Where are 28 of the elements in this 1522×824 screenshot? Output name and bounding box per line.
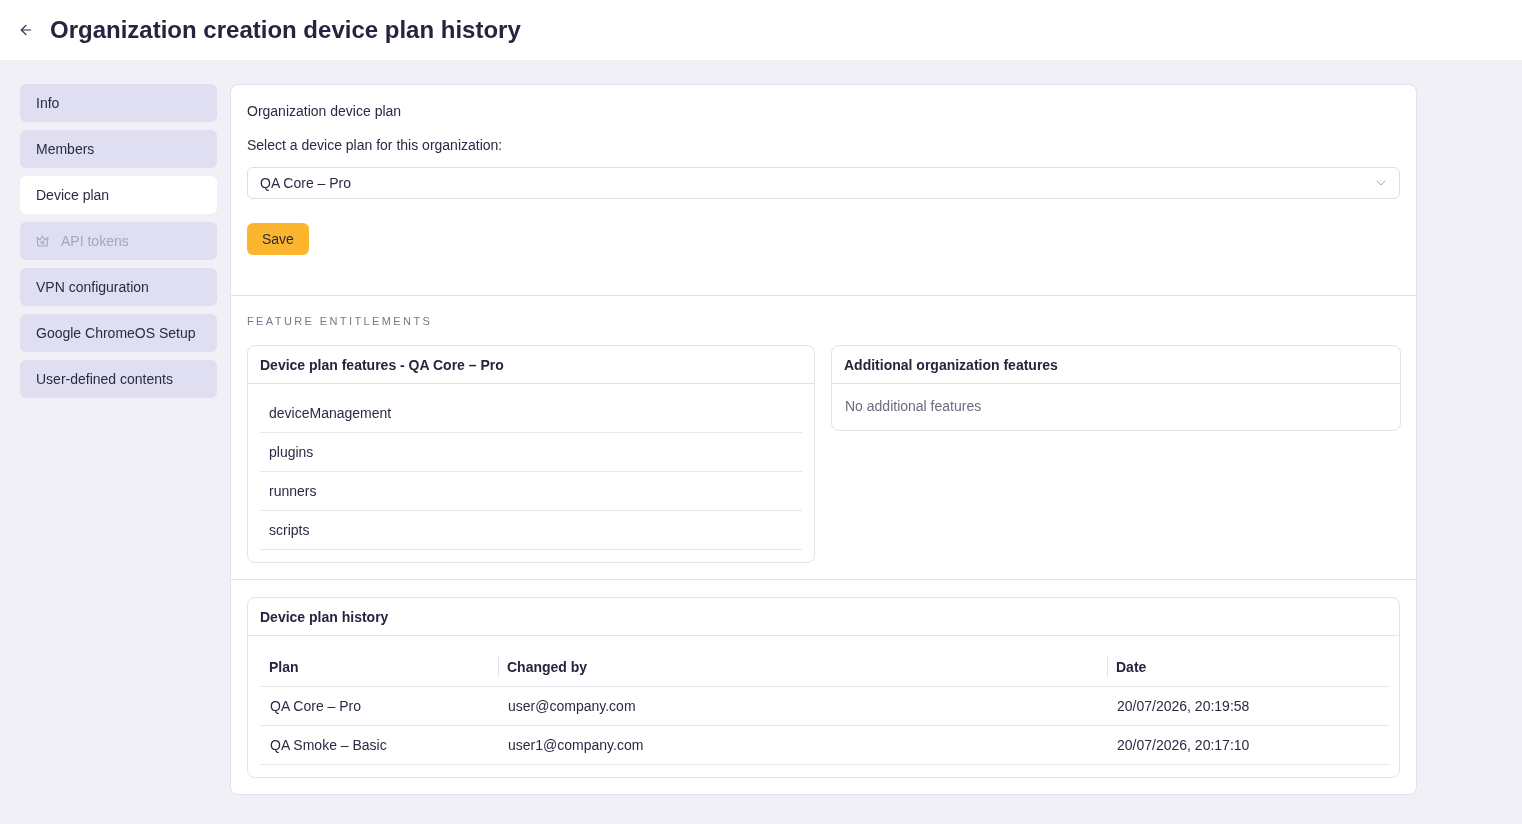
feature-name: plugins (269, 444, 314, 460)
crown-icon (36, 235, 49, 247)
sidebar-item[interactable]: User-defined contents (20, 360, 217, 398)
feature-name: runners (269, 483, 317, 499)
section-heading: Organization device plan (247, 102, 403, 121)
feature-name: deviceManagement (269, 405, 392, 421)
page-title: Organization creation device plan history (50, 16, 521, 44)
table-cell: QA Smoke – Basic (260, 725, 498, 764)
empty-message: No additional features (844, 397, 983, 416)
sidebar-item[interactable]: Google ChromeOS Setup (20, 314, 217, 352)
sidebar-item[interactable]: VPN configuration (20, 268, 217, 306)
select-label: Select a device plan for this organization: (247, 136, 504, 155)
device-plan-select[interactable]: QA Core – Pro (247, 167, 1400, 199)
table-cell: QA Core – Pro (260, 686, 498, 725)
card-title: Additional organization features (844, 356, 1058, 373)
feature-name: scripts (269, 522, 310, 538)
sidebar-item[interactable]: Device plan (20, 176, 217, 214)
table-cell: user1@company.com (498, 725, 1107, 764)
card-title: Device plan history (260, 608, 389, 625)
table-cell: 20/07/2026, 20:17:10 (1107, 725, 1389, 764)
save-button[interactable]: Save (247, 223, 309, 255)
back-button[interactable] (18, 22, 34, 38)
sidebar-item[interactable]: Info (20, 84, 217, 122)
table-cell: user@company.com (498, 686, 1107, 725)
sidebar-item[interactable]: Members (20, 130, 217, 168)
table-cell: 20/07/2026, 20:19:58 (1107, 686, 1389, 725)
card-title: Device plan features - QA Core – Pro (260, 356, 504, 373)
section-overline: FEATURE ENTITLEMENTS (247, 314, 434, 328)
